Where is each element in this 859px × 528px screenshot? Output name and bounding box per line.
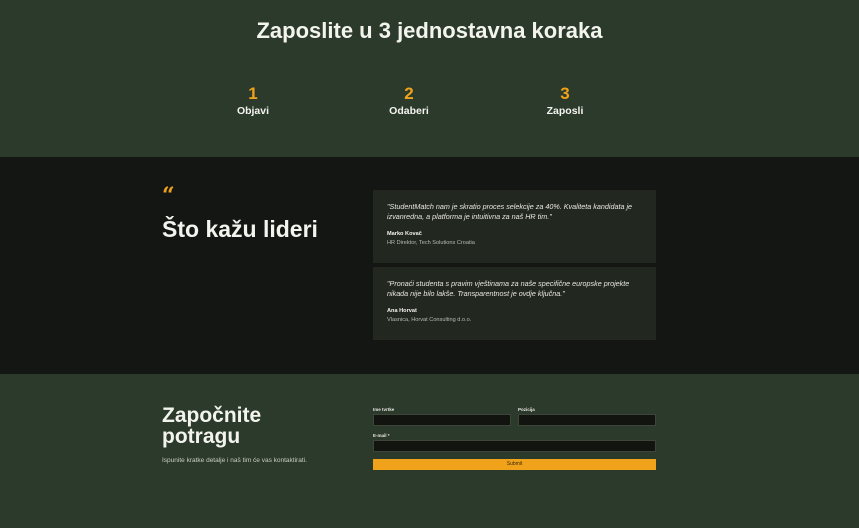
testimonial-role: HR Direktor, Tech Solutions Croatia [387,240,475,246]
testimonials-heading: Što kažu lideri [162,216,318,242]
testimonial-author: Marko Kovač [387,231,422,237]
quote-icon: “ [162,183,175,209]
step-3: 3 Zaposli [505,84,625,117]
step-label: Objavi [236,105,270,117]
step-label: Zaposli [546,105,584,117]
testimonial-author: Ana Horvat [387,308,417,314]
testimonial-card: "StudentMatch nam je skratio proces sele… [373,190,656,263]
step-number: 2 [404,84,414,103]
step-number: 3 [560,84,570,103]
steps-title: Zaposlite u 3 jednostavna koraka [256,18,603,43]
email-input[interactable] [373,440,656,452]
position-input[interactable] [518,414,656,426]
testimonial-card: "Pronaći studenta s pravim vještinama za… [373,267,656,340]
testimonial-quote: "Pronaći studenta s pravim vještinama za… [387,279,630,298]
steps-section: Zaposlite u 3 jednostavna koraka 1 Objav… [0,0,859,157]
contact-title: Započnite potragu [162,404,262,448]
contact-section: Započnite potragu Ispunite kratke detalj… [0,374,859,528]
testimonial-role: Vlasnica, Horvat Consulting d.o.o. [387,317,472,323]
step-number: 1 [248,84,258,103]
testimonial-quote: "StudentMatch nam je skratio proces sele… [387,202,633,221]
contact-subtitle: Ispunite kratke detalje i naš tim će vas… [162,457,307,464]
company-name-input[interactable] [373,414,511,426]
email-label: E-mail * [373,433,390,438]
submit-button[interactable]: Submit [373,459,656,470]
position-label: Pozicija [518,407,535,412]
step-2: 2 Odaberi [349,84,469,117]
testimonials-section: “ Što kažu lideri "StudentMatch nam je s… [0,157,859,374]
company-name-label: Ime tvrtke [373,407,395,412]
step-label: Odaberi [389,105,429,117]
step-1: 1 Objavi [193,84,313,117]
